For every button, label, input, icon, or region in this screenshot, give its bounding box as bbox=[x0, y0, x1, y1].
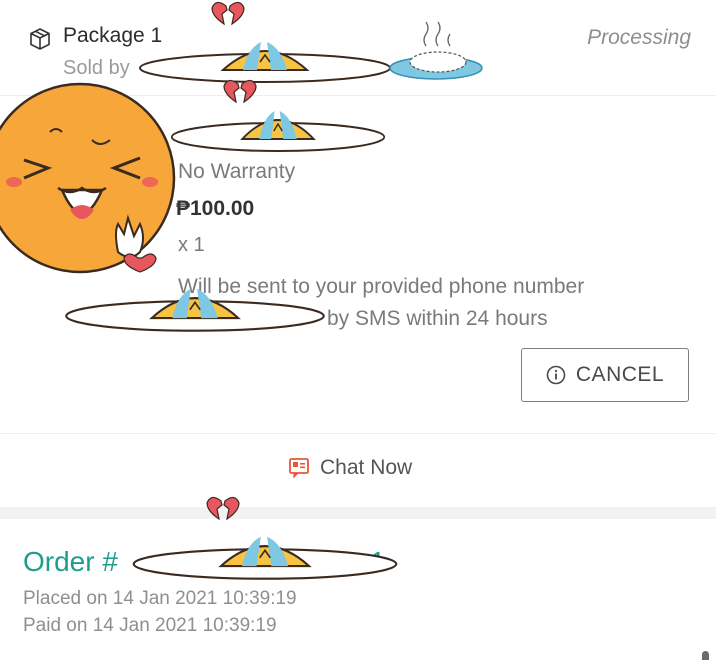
delivery-note-line-1: Will be sent to your provided phone numb… bbox=[178, 275, 585, 298]
package-status: Processing bbox=[587, 26, 691, 49]
section-divider bbox=[0, 507, 716, 519]
cancel-label: CANCEL bbox=[575, 363, 665, 386]
package-icon bbox=[30, 28, 50, 50]
item-variant: No Warranty bbox=[178, 160, 296, 183]
chat-now-label: Chat Now bbox=[320, 456, 413, 479]
egg-sticker bbox=[170, 110, 386, 152]
placed-date: Placed on 14 Jan 2021 10:39:19 bbox=[23, 588, 297, 609]
info-icon bbox=[546, 365, 566, 385]
order-number[interactable]: Order # 1 bbox=[23, 546, 386, 578]
paid-date: Paid on 14 Jan 2021 10:39:19 bbox=[23, 615, 277, 636]
divider bbox=[0, 433, 716, 434]
order-number-suffix: 1 bbox=[369, 546, 386, 577]
smiley-face-sticker bbox=[0, 82, 176, 274]
package-title: Package 1 bbox=[63, 24, 163, 47]
order-number-prefix: Order # bbox=[23, 546, 118, 577]
chat-now-button[interactable]: Chat Now bbox=[288, 456, 412, 480]
cancel-button[interactable]: CANCEL bbox=[521, 348, 689, 402]
delivery-note-line-2: by SMS within 24 hours bbox=[327, 307, 548, 330]
scrollbar-thumb[interactable] bbox=[702, 651, 709, 660]
chat-icon bbox=[289, 458, 309, 479]
item-price: ₱100.00 bbox=[176, 197, 255, 220]
item-quantity: x 1 bbox=[178, 234, 205, 256]
sold-by-label: Sold by bbox=[63, 57, 130, 79]
